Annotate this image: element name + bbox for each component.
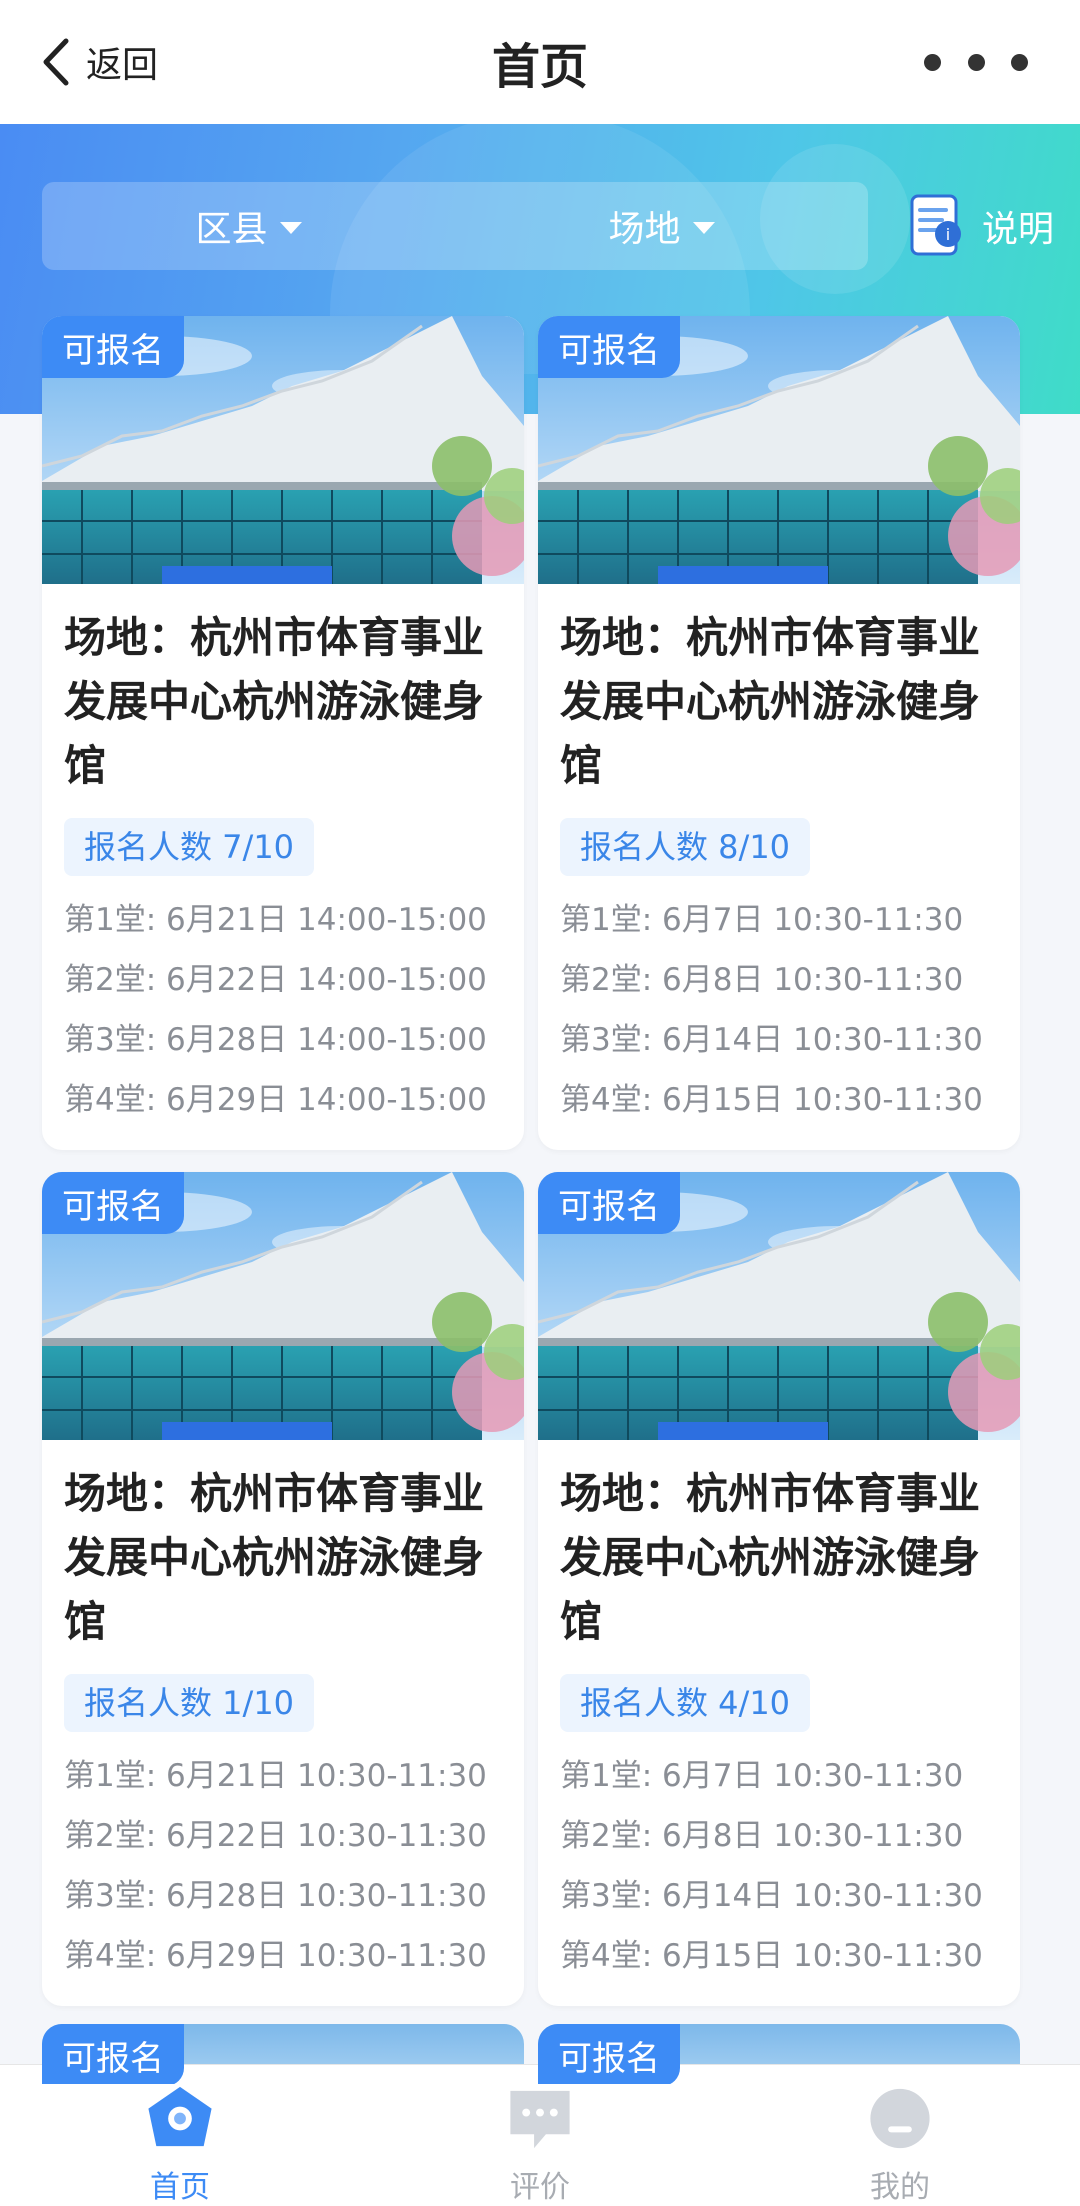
status-badge: 可报名 — [42, 1172, 184, 1234]
session-list: 第1堂: 6月7日 10:30-11:30 第2堂: 6月8日 10:30-11:… — [560, 1746, 998, 1986]
course-card[interactable]: 可报名场地：杭州市体育事业发展中心杭州游泳健身馆报名人数 8/10 第1堂: 6月… — [538, 316, 1020, 1150]
status-badge: 可报名 — [538, 316, 680, 378]
back-label: 返回 — [86, 45, 159, 86]
more-dot-icon — [1011, 53, 1028, 71]
session-time: 第1堂: 6月21日 10:30-11:30 — [64, 1758, 487, 1794]
comment-icon — [510, 2090, 570, 2149]
venue-name: 场地：杭州市体育事业发展中心杭州游泳健身馆 — [560, 1469, 981, 1646]
venue-filter-dropdown[interactable]: 场地 — [455, 182, 868, 270]
session-time: 第3堂: 6月14日 10:30-11:30 — [560, 1022, 983, 1058]
course-card[interactable]: 可报名场地：杭州市体育事业发展中心杭州游泳健身馆报名人数 1/10 第1堂: 6月… — [42, 1172, 524, 2006]
session-time: 第3堂: 6月28日 14:00-15:00 — [64, 1022, 487, 1058]
explain-label: 说明 — [982, 209, 1055, 250]
venue-name: 场地：杭州市体育事业发展中心杭州游泳健身馆 — [64, 1469, 485, 1646]
enrollment-count-badge: 报名人数 1/10 — [64, 1674, 315, 1732]
session-list: 第1堂: 6月7日 10:30-11:30 第2堂: 6月8日 10:30-11:… — [560, 890, 998, 1130]
session-time: 第3堂: 6月28日 10:30-11:30 — [64, 1878, 487, 1914]
session-time: 第2堂: 6月8日 10:30-11:30 — [560, 962, 964, 998]
venue-name: 场地：杭州市体育事业发展中心杭州游泳健身馆 — [560, 613, 981, 790]
session-time: 第3堂: 6月14日 10:30-11:30 — [560, 1878, 983, 1914]
profile-icon — [870, 2088, 930, 2149]
session-time: 第1堂: 6月7日 10:30-11:30 — [560, 902, 964, 938]
venue-name: 场地：杭州市体育事业发展中心杭州游泳健身馆 — [64, 613, 485, 790]
document-magnifier-icon: i — [910, 194, 961, 256]
tab-review[interactable]: 评价 — [360, 2065, 720, 2206]
status-badge: 可报名 — [42, 2024, 184, 2084]
district-filter-label: 区县 — [195, 209, 268, 250]
session-time: 第2堂: 6月8日 10:30-11:30 — [560, 1818, 964, 1854]
more-dot-icon — [924, 53, 941, 71]
tab-profile-label: 我的 — [870, 2170, 930, 2205]
tab-home-label: 首页 — [150, 2170, 210, 2205]
svg-text:i: i — [946, 225, 950, 244]
more-options-button[interactable] — [924, 48, 1028, 76]
tab-profile[interactable]: 我的 — [720, 2065, 1080, 2206]
venue-photo: 可报名 — [538, 1172, 1020, 1440]
session-time: 第1堂: 6月7日 10:30-11:30 — [560, 1758, 964, 1794]
session-time: 第2堂: 6月22日 14:00-15:00 — [64, 962, 487, 998]
district-filter-dropdown[interactable]: 区县 — [42, 182, 455, 270]
venue-filter-label: 场地 — [608, 209, 681, 250]
explain-button[interactable]: i 说明 — [906, 182, 1080, 270]
session-list: 第1堂: 6月21日 10:30-11:30 第2堂: 6月22日 10:30-1… — [64, 1746, 502, 1986]
session-time: 第4堂: 6月29日 14:00-15:00 — [64, 1082, 487, 1118]
course-card[interactable]: 可报名场地：杭州市体育事业发展中心杭州游泳健身馆报名人数 7/10 第1堂: 6月… — [42, 316, 524, 1150]
back-button[interactable]: 返回 — [38, 30, 158, 94]
status-badge: 可报名 — [538, 1172, 680, 1234]
course-card[interactable]: 可报名场地：杭州市体育事业发展中心杭州游泳健身馆报名人数 4/10 第1堂: 6月… — [538, 1172, 1020, 2006]
caret-down-icon — [279, 222, 302, 234]
venue-photo: 可报名 — [538, 316, 1020, 584]
enrollment-count-badge: 报名人数 7/10 — [64, 818, 315, 876]
tab-home[interactable]: 首页 — [0, 2065, 360, 2206]
page-title: 首页 — [491, 39, 588, 95]
status-badge: 可报名 — [538, 2024, 680, 2084]
chevron-left-icon — [43, 38, 69, 86]
venue-photo: 可报名 — [42, 1172, 524, 1440]
session-time: 第2堂: 6月22日 10:30-11:30 — [64, 1818, 487, 1854]
venue-photo: 可报名 — [42, 316, 524, 584]
more-dot-icon — [967, 53, 985, 71]
session-time: 第4堂: 6月15日 10:30-11:30 — [560, 1938, 983, 1974]
enrollment-count-badge: 报名人数 8/10 — [560, 818, 811, 876]
bottom-tab-bar: 首页 评价 我的 — [0, 2064, 1080, 2206]
session-list: 第1堂: 6月21日 14:00-15:00 第2堂: 6月22日 14:00-1… — [64, 890, 502, 1130]
session-time: 第4堂: 6月15日 10:30-11:30 — [560, 1082, 983, 1118]
filter-bar: 区县 场地 — [42, 182, 868, 270]
session-time: 第1堂: 6月21日 14:00-15:00 — [64, 902, 487, 938]
enrollment-count-badge: 报名人数 4/10 — [560, 1674, 811, 1732]
caret-down-icon — [692, 222, 715, 234]
top-nav-bar: 返回 首页 — [0, 0, 1080, 124]
home-icon — [148, 2086, 212, 2147]
tab-review-label: 评价 — [510, 2170, 570, 2205]
status-badge: 可报名 — [42, 316, 184, 378]
session-time: 第4堂: 6月29日 10:30-11:30 — [64, 1938, 487, 1974]
